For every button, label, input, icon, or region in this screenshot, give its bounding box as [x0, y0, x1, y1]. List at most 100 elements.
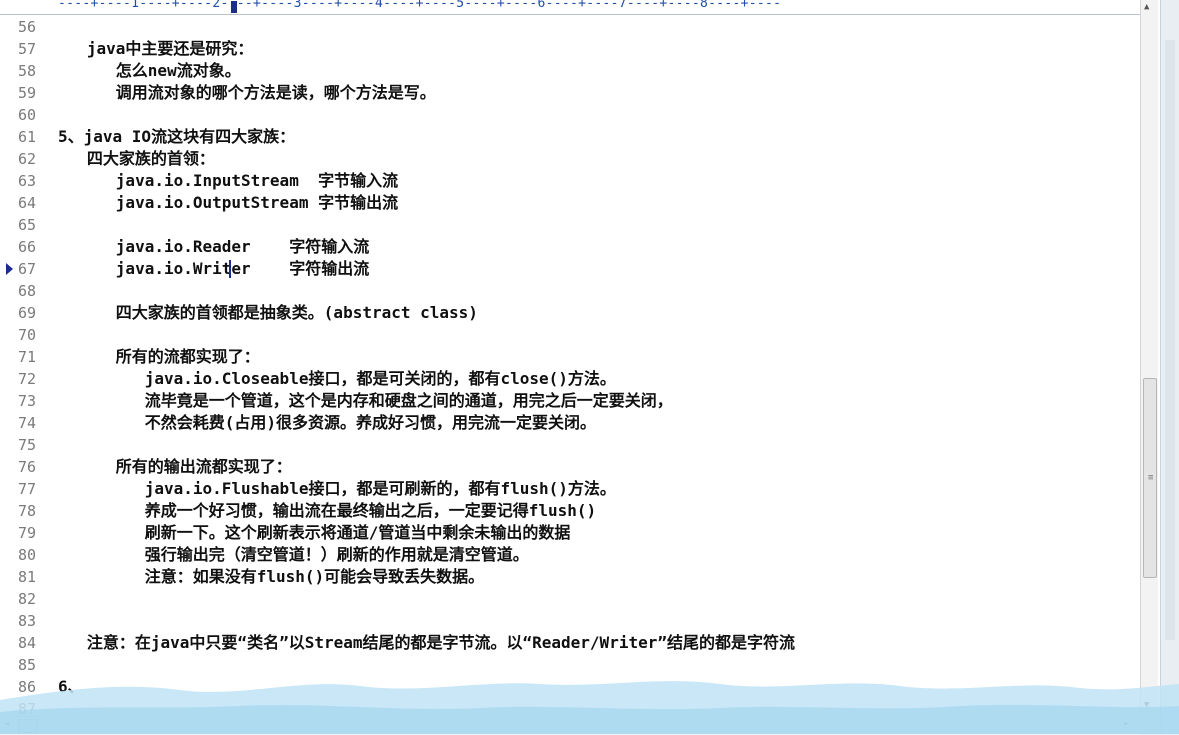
line-text[interactable]: java.io.InputStream 字节输入流 — [58, 170, 398, 192]
line-number: 59 — [18, 84, 37, 102]
editor-window: ----+----1----+----2----+----3----+----4… — [0, 0, 1160, 735]
editor-line[interactable]: 68 — [0, 280, 1140, 302]
editor-line[interactable]: 61 5、java IO流这块有四大家族： — [0, 126, 1140, 148]
scroll-down-arrow-icon[interactable]: ▼ — [1144, 700, 1149, 710]
line-number: 84 — [18, 634, 37, 652]
line-number: 79 — [18, 524, 37, 542]
line-number: 70 — [18, 326, 37, 344]
current-line-marker-icon — [6, 263, 13, 275]
editor-line[interactable]: 63 java.io.InputStream 字节输入流 — [0, 170, 1140, 192]
line-number: 56 — [18, 18, 37, 36]
line-number: 87 — [18, 700, 37, 716]
editor-line[interactable]: 79 刷新一下。这个刷新表示将通道/管道当中剩余未输出的数据 — [0, 522, 1140, 544]
editor-line[interactable]: 78 养成一个好习惯，输出流在最终输出之后，一定要记得flush() — [0, 500, 1140, 522]
line-number: 65 — [18, 216, 37, 234]
line-number: 86 — [18, 678, 37, 696]
line-text[interactable]: java.io.OutputStream 字节输出流 — [58, 192, 398, 214]
scroll-right-arrow-icon[interactable]: ► — [1124, 719, 1129, 729]
scroll-up-arrow-icon[interactable]: ▲ — [1144, 2, 1149, 12]
line-number: 58 — [18, 62, 37, 80]
line-text[interactable]: java.io.Flushable接口，都是可刷新的，都有flush()方法。 — [58, 478, 616, 500]
editor-line[interactable]: 65 — [0, 214, 1140, 236]
line-text[interactable]: java中主要还是研究： — [58, 38, 254, 60]
editor-line[interactable]: 80 强行输出完（清空管道！）刷新的作用就是清空管道。 — [0, 544, 1140, 566]
line-text[interactable]: 刷新一下。这个刷新表示将通道/管道当中剩余未输出的数据 — [58, 522, 571, 544]
column-ruler: ----+----1----+----2----+----3----+----4… — [0, 0, 1140, 15]
line-number: 63 — [18, 172, 37, 190]
editor-line[interactable]: 59 调用流对象的哪个方法是读，哪个方法是写。 — [0, 82, 1140, 104]
line-text[interactable]: 调用流对象的哪个方法是读，哪个方法是写。 — [58, 82, 436, 104]
editor-line[interactable]: 60 — [0, 104, 1140, 126]
scroll-left-arrow-icon[interactable]: ◄ — [4, 719, 9, 729]
horizontal-scrollbar[interactable]: ◄ ► — [0, 716, 1140, 735]
line-number: 83 — [18, 612, 37, 630]
editor-line[interactable]: 83 — [0, 610, 1140, 632]
editor-line[interactable]: 66 java.io.Reader 字符输入流 — [0, 236, 1140, 258]
editor-line[interactable]: 73 流毕竟是一个管道，这个是内存和硬盘之间的通道，用完之后一定要关闭， — [0, 390, 1140, 412]
editor-line[interactable]: 71 所有的流都实现了： — [0, 346, 1140, 368]
editor-line[interactable]: 77 java.io.Flushable接口，都是可刷新的，都有flush()方… — [0, 478, 1140, 500]
editor-line[interactable]: 72 java.io.Closeable接口，都是可关闭的，都有close()方… — [0, 368, 1140, 390]
editor-line[interactable]: 84 注意：在java中只要“类名”以Stream结尾的都是字节流。以“Read… — [0, 632, 1140, 654]
horizontal-scroll-thumb[interactable] — [18, 719, 38, 733]
editor-line[interactable]: 70 — [0, 324, 1140, 346]
scrollbar-grip-icon: ≡ — [1148, 473, 1154, 483]
line-number: 57 — [18, 40, 37, 58]
line-text[interactable]: 四大家族的首领： — [58, 148, 215, 170]
vertical-scroll-thumb[interactable]: ≡ — [1143, 378, 1157, 578]
line-text[interactable]: 四大家族的首领都是抽象类。(abstract class) — [58, 302, 478, 324]
editor-line[interactable]: 56 — [0, 16, 1140, 38]
line-text[interactable]: 流毕竟是一个管道，这个是内存和硬盘之间的通道，用完之后一定要关闭， — [58, 390, 673, 412]
editor-line[interactable]: 74 不然会耗费(占用)很多资源。养成好习惯，用完流一定要关闭。 — [0, 412, 1140, 434]
line-number: 66 — [18, 238, 37, 256]
line-number: 71 — [18, 348, 37, 366]
editor-line[interactable]: 82 — [0, 588, 1140, 610]
line-text[interactable]: java.io.Reader 字符输入流 — [58, 236, 369, 258]
line-number: 74 — [18, 414, 37, 432]
line-text[interactable]: 不然会耗费(占用)很多资源。养成好习惯，用完流一定要关闭。 — [58, 412, 596, 434]
line-number: 68 — [18, 282, 37, 300]
vertical-scrollbar[interactable]: ▲ ≡ ▼ — [1140, 0, 1158, 716]
ruler-scale: ----+----1----+----2----+----3----+----4… — [58, 0, 782, 11]
line-text[interactable]: java.io.Writer 字符输出流 — [58, 258, 369, 280]
line-text[interactable]: 所有的输出流都实现了： — [58, 456, 292, 478]
line-text[interactable]: 怎么new流对象。 — [58, 60, 241, 82]
line-number: 62 — [18, 150, 37, 168]
line-number: 61 — [18, 128, 37, 146]
editor-line[interactable]: 76 所有的输出流都实现了： — [0, 456, 1140, 478]
line-number: 73 — [18, 392, 37, 410]
editor-line[interactable]: 64 java.io.OutputStream 字节输出流 — [0, 192, 1140, 214]
editor-line[interactable]: 58 怎么new流对象。 — [0, 60, 1140, 82]
line-text[interactable]: 5、java IO流这块有四大家族： — [58, 126, 295, 148]
line-text[interactable]: 6、 — [58, 676, 84, 698]
line-text[interactable]: java.io.Closeable接口，都是可关闭的，都有close()方法。 — [58, 368, 616, 390]
line-number: 82 — [18, 590, 37, 608]
line-number: 77 — [18, 480, 37, 498]
line-number: 67 — [18, 260, 37, 278]
editor-line[interactable]: 75 — [0, 434, 1140, 456]
adjacent-pane-edge — [1160, 0, 1179, 734]
line-number: 64 — [18, 194, 37, 212]
line-number: 81 — [18, 568, 37, 586]
line-text[interactable]: 注意：如果没有flush()可能会导致丢失数据。 — [58, 566, 484, 588]
line-text[interactable]: 强行输出完（清空管道！）刷新的作用就是清空管道。 — [58, 544, 529, 566]
line-text[interactable]: 注意：在java中只要“类名”以Stream结尾的都是字节流。以“Reader/… — [58, 632, 795, 654]
line-text[interactable]: 养成一个好习惯，输出流在最终输出之后，一定要记得flush() — [58, 500, 596, 522]
line-number: 78 — [18, 502, 37, 520]
editor-line[interactable]: 67 java.io.Writer 字符输出流 — [0, 258, 1140, 280]
line-number: 72 — [18, 370, 37, 388]
editor-line[interactable]: 86 6、 — [0, 676, 1140, 698]
editor-line[interactable]: 69 四大家族的首领都是抽象类。(abstract class) — [0, 302, 1140, 324]
text-caret — [229, 260, 231, 278]
text-editor-area[interactable]: 56 57 java中主要还是研究： 58 怎么new流对象。 59 调用流对象的哪个… — [0, 14, 1140, 716]
ruler-cursor-indicator — [231, 1, 237, 13]
adjacent-pane-bar — [1165, 40, 1175, 640]
editor-line[interactable]: 62 四大家族的首领： — [0, 148, 1140, 170]
editor-line[interactable]: 57 java中主要还是研究： — [0, 38, 1140, 60]
editor-line[interactable]: 81 注意：如果没有flush()可能会导致丢失数据。 — [0, 566, 1140, 588]
editor-line[interactable]: 87 — [0, 698, 1140, 716]
line-text[interactable]: 所有的流都实现了： — [58, 346, 260, 368]
line-number: 80 — [18, 546, 37, 564]
editor-line[interactable]: 85 — [0, 654, 1140, 676]
line-number: 76 — [18, 458, 37, 476]
